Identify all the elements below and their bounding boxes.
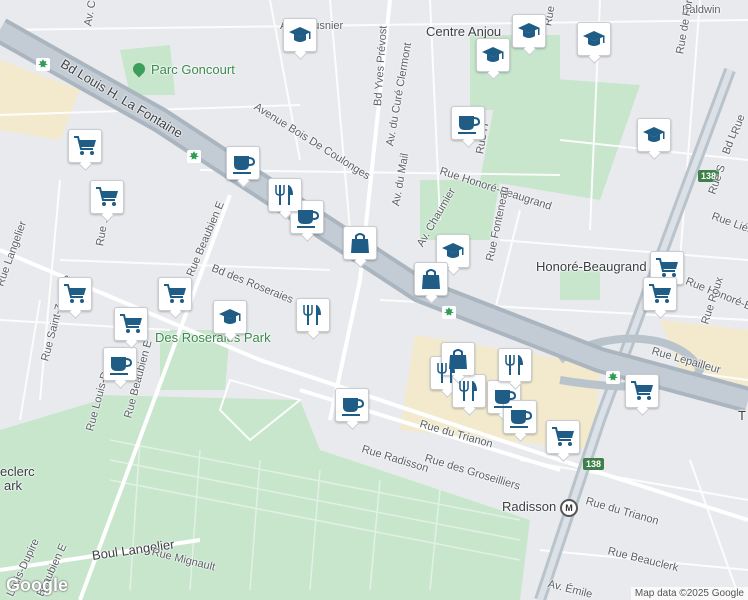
place-label: Centre Anjou — [426, 24, 502, 39]
place-label: eclerc — [0, 464, 35, 479]
autoroute-shield-icon — [187, 150, 201, 163]
shopping-cart-icon[interactable] — [546, 420, 580, 454]
shopping-bag-icon[interactable] — [343, 226, 377, 260]
cafe-icon[interactable] — [226, 146, 260, 180]
autoroute-shield-icon — [36, 58, 50, 71]
place-label: ark — [4, 478, 23, 493]
school-icon[interactable] — [637, 118, 671, 152]
restaurant-icon[interactable] — [296, 298, 330, 332]
metro-station-label: Radisson — [502, 499, 557, 514]
shopping-cart-icon[interactable] — [58, 277, 92, 311]
map-attribution: Map data ©2025 Google — [630, 587, 748, 600]
cafe-icon[interactable] — [103, 347, 137, 381]
cafe-icon[interactable] — [503, 400, 537, 434]
street-label: T — [738, 408, 746, 423]
shopping-cart-icon[interactable] — [643, 277, 677, 311]
restaurant-icon[interactable] — [498, 348, 532, 382]
school-icon[interactable] — [476, 38, 510, 72]
shopping-cart-icon[interactable] — [625, 374, 659, 408]
shopping-cart-icon[interactable] — [114, 307, 148, 341]
place-label: Honoré-Beaugrand — [536, 259, 647, 274]
route-138-shield: 138 — [583, 458, 605, 470]
shopping-cart-icon[interactable] — [68, 129, 102, 163]
restaurant-icon[interactable] — [268, 178, 302, 212]
school-icon[interactable] — [213, 300, 247, 334]
map-canvas[interactable]: 138 138 Bd Louis H. La Fontaine Parc Gon… — [0, 0, 748, 600]
shopping-cart-icon[interactable] — [158, 277, 192, 311]
cafe-icon[interactable] — [451, 106, 485, 140]
cafe-icon[interactable] — [335, 388, 369, 422]
shopping-bag-icon[interactable] — [441, 342, 475, 376]
school-icon[interactable] — [283, 18, 317, 52]
autoroute-shield-icon — [442, 306, 456, 319]
park-label: Parc Goncourt — [151, 62, 235, 77]
shopping-cart-icon[interactable] — [650, 251, 684, 285]
autoroute-shield-icon — [606, 371, 620, 384]
shopping-cart-icon[interactable] — [90, 180, 124, 214]
school-icon[interactable] — [436, 234, 470, 268]
school-icon[interactable] — [577, 22, 611, 56]
school-icon[interactable] — [512, 14, 546, 48]
restaurant-icon[interactable] — [452, 374, 486, 408]
metro-icon[interactable]: M — [560, 499, 578, 517]
google-logo: Google — [6, 575, 68, 595]
shopping-bag-icon[interactable] — [414, 262, 448, 296]
